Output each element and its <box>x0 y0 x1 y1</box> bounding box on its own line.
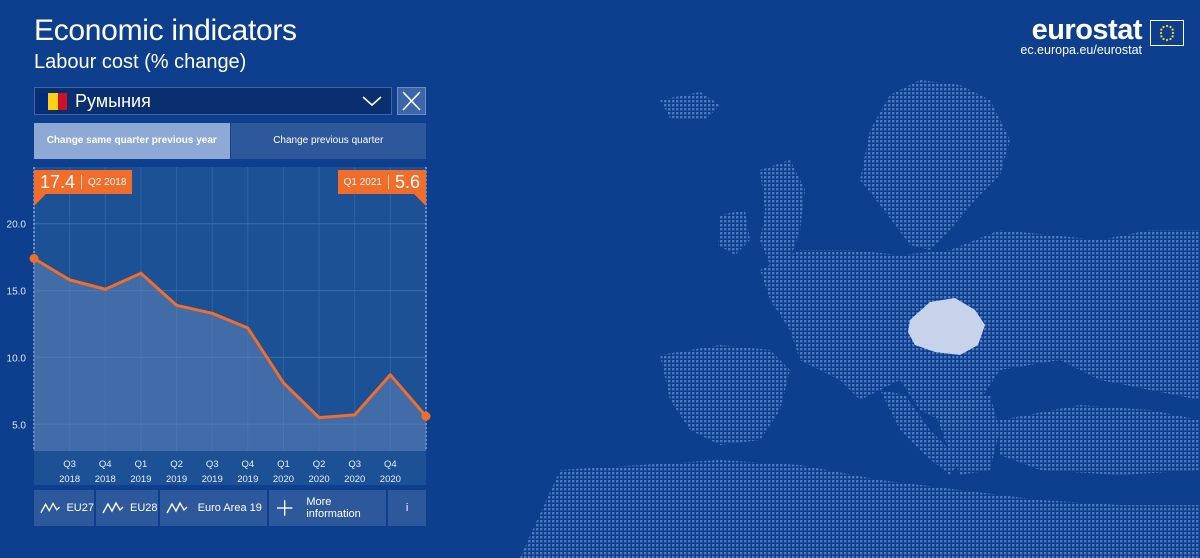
eurostat-logo[interactable]: eurostat ec.europa.eu/eurostat <box>1020 14 1143 57</box>
x-tick-year: 2018 <box>95 474 116 485</box>
line-chart-icon <box>40 501 60 513</box>
page-title: Economic indicators <box>34 14 297 47</box>
x-tick-year: 2019 <box>202 474 223 485</box>
x-tick-quarter: Q1 <box>277 459 290 470</box>
line-chart-icon <box>166 501 188 514</box>
eu27-button[interactable]: EU27 <box>34 490 94 526</box>
x-tick-year: 2019 <box>166 474 187 485</box>
tab-same-quarter-previous-year[interactable]: Change same quarter previous year <box>34 123 230 159</box>
y-tick-label: 15.0 <box>7 287 27 298</box>
x-tick-quarter: Q4 <box>99 459 112 470</box>
eu-flag-icon <box>1150 20 1184 46</box>
y-tick-label: 20.0 <box>7 220 27 231</box>
close-button[interactable] <box>397 87 426 115</box>
tab-previous-quarter[interactable]: Change previous quarter <box>229 123 426 159</box>
info-button[interactable]: i <box>388 490 426 526</box>
y-tick-label: 5.0 <box>12 420 26 431</box>
x-tick-quarter: Q4 <box>241 459 254 470</box>
x-tick-year: 2020 <box>309 474 330 485</box>
x-tick-year: 2018 <box>59 474 80 485</box>
romania-flag-icon <box>39 93 67 110</box>
x-tick-quarter: Q2 <box>313 459 326 470</box>
info-icon: i <box>405 502 409 514</box>
x-tick-year: 2019 <box>130 474 151 485</box>
close-icon <box>402 91 421 111</box>
x-tick-year: 2020 <box>273 474 294 485</box>
plus-icon <box>276 500 293 516</box>
end-callout: Q1 2021 5.6 <box>337 170 426 194</box>
end-point <box>421 411 431 421</box>
x-tick-quarter: Q4 <box>384 459 397 470</box>
end-callout-pointer <box>414 194 426 206</box>
line-chart-icon <box>102 501 124 514</box>
start-value: 17.4 <box>40 171 76 192</box>
eu28-button[interactable]: EU28 <box>96 490 158 526</box>
land-masses <box>520 80 1200 558</box>
x-tick-quarter: Q1 <box>135 459 148 470</box>
x-tick-year: 2020 <box>380 474 401 485</box>
chart-svg: 5.0 10.0 15.0 20.0 Q3 2018 Q4 2018 Q1 2019 Q2 2019 Q… <box>7 167 431 485</box>
start-callout: 17.4 Q2 2018 <box>34 170 133 194</box>
x-tick-year: 2020 <box>344 474 365 485</box>
chevron-down-icon <box>362 96 382 107</box>
euro-area-label: Euro Area 19 <box>197 502 262 514</box>
start-callout-pointer <box>34 194 46 206</box>
labour-cost-chart: 5.0 10.0 15.0 20.0 Q3 2018 Q4 2018 Q1 2019 Q2 2019 Q… <box>0 167 440 485</box>
y-tick-label: 10.0 <box>7 353 27 364</box>
end-value: 5.6 <box>394 171 420 192</box>
more-information-button[interactable]: More information <box>268 490 387 526</box>
x-tick-year: 2019 <box>237 474 258 485</box>
eu27-label: EU27 <box>66 502 94 514</box>
eu28-label: EU28 <box>130 502 158 514</box>
end-period: Q1 2021 <box>343 176 382 188</box>
logo-url: ec.europa.eu/eurostat <box>1020 43 1142 57</box>
more-information-label: More information <box>306 496 361 520</box>
page-subtitle: Labour cost (% change) <box>34 51 247 73</box>
x-tick-quarter: Q3 <box>348 459 361 470</box>
country-selector[interactable]: Румыния <box>34 87 392 115</box>
chart-tabs: Change same quarter previous year Change… <box>34 123 426 159</box>
start-point <box>29 253 39 263</box>
bottom-bar: EU27 EU28 Euro Area 19 More information … <box>34 490 426 526</box>
x-tick-quarter: Q3 <box>63 459 76 470</box>
selected-country: Румыния <box>75 91 151 111</box>
x-tick-quarter: Q2 <box>170 459 183 470</box>
x-tick-quarter: Q3 <box>206 459 219 470</box>
logo-brand: eurostat <box>1031 14 1143 46</box>
start-period: Q2 2018 <box>88 176 127 188</box>
euro-area-button[interactable]: Euro Area 19 <box>159 490 267 526</box>
